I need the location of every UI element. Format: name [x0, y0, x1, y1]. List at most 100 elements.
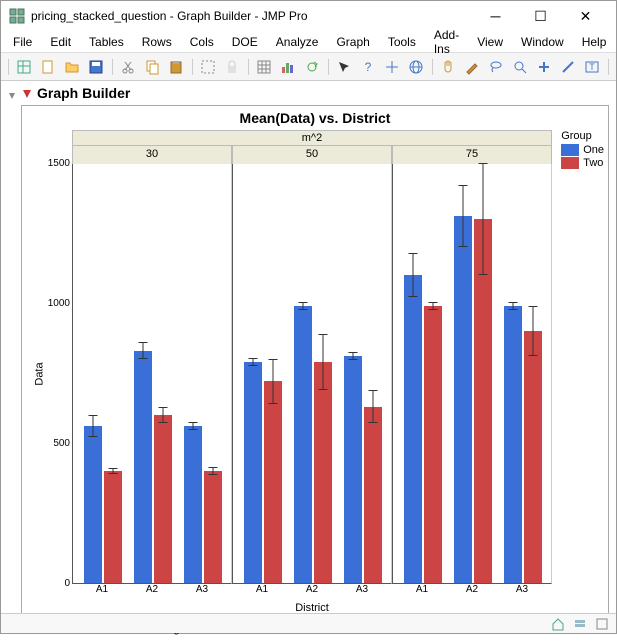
toolbar-chart-icon[interactable]	[277, 56, 299, 78]
toolbar-refresh-icon[interactable]	[301, 56, 323, 78]
panel-header: Graph Builder	[3, 83, 614, 103]
toolbar-grid-icon[interactable]	[253, 56, 275, 78]
menu-window[interactable]: Window	[513, 33, 572, 51]
bar[interactable]	[264, 381, 282, 583]
facet-labels-row: 305075	[72, 146, 552, 164]
bar[interactable]	[294, 306, 312, 583]
menu-cols[interactable]: Cols	[182, 33, 222, 51]
menu-addins[interactable]: Add-Ins	[426, 26, 467, 58]
toolbar-globe-icon[interactable]	[405, 56, 427, 78]
bar[interactable]	[134, 351, 152, 583]
x-tick-label: A2	[466, 584, 478, 595]
plot-facet[interactable]	[392, 164, 552, 584]
legend-swatch-one	[561, 144, 579, 156]
y-tick-label: 1000	[30, 298, 70, 309]
maximize-button[interactable]: ☐	[518, 1, 563, 31]
bar[interactable]	[424, 306, 442, 583]
facet-label: 50	[232, 146, 392, 164]
toolbar-copy-icon[interactable]	[141, 56, 163, 78]
titlebar: pricing_stacked_question - Graph Builder…	[1, 1, 616, 31]
x-axis-ticks: A1A2A3A1A2A3A1A2A3	[72, 584, 552, 600]
legend-item-one[interactable]: One	[561, 144, 604, 156]
menu-graph[interactable]: Graph	[328, 33, 377, 51]
toolbar-text-icon[interactable]: T	[581, 56, 603, 78]
minimize-button[interactable]: ─	[473, 1, 518, 31]
toolbar-hand-icon[interactable]	[437, 56, 459, 78]
plot-facet[interactable]	[232, 164, 392, 584]
menu-doe[interactable]: DOE	[224, 33, 266, 51]
toolbar-plus-icon[interactable]	[533, 56, 555, 78]
bar[interactable]	[244, 362, 262, 583]
toolbar-lock-icon[interactable]	[221, 56, 243, 78]
bar[interactable]	[314, 362, 332, 583]
menu-rows[interactable]: Rows	[134, 33, 180, 51]
error-bar	[533, 306, 534, 356]
bar[interactable]	[154, 415, 172, 583]
toolbar-lasso-icon[interactable]	[485, 56, 507, 78]
bar[interactable]	[454, 216, 472, 583]
toolbar-paste-icon[interactable]	[165, 56, 187, 78]
error-bar	[413, 253, 414, 298]
menubar: File Edit Tables Rows Cols DOE Analyze G…	[1, 31, 616, 53]
menu-tables[interactable]: Tables	[81, 33, 132, 51]
error-bar	[433, 302, 434, 310]
menu-view[interactable]: View	[469, 33, 511, 51]
error-bar	[373, 390, 374, 424]
bar[interactable]	[474, 219, 492, 583]
error-bar	[353, 352, 354, 360]
window-title: pricing_stacked_question - Graph Builder…	[31, 9, 467, 23]
bar[interactable]	[104, 471, 122, 583]
close-button[interactable]: ✕	[563, 1, 608, 31]
x-tick-label: A1	[96, 584, 108, 595]
hotspot-triangle-icon[interactable]	[21, 87, 33, 99]
home-icon[interactable]	[550, 616, 566, 632]
svg-text:T: T	[589, 62, 595, 72]
legend-item-two[interactable]: Two	[561, 157, 604, 169]
facet-label: 75	[392, 146, 552, 164]
menu-analyze[interactable]: Analyze	[268, 33, 327, 51]
stack-icon[interactable]	[572, 616, 588, 632]
toolbar-new-icon[interactable]	[37, 56, 59, 78]
bar[interactable]	[204, 471, 222, 583]
error-bar	[483, 163, 484, 275]
toolbar-select-icon[interactable]	[197, 56, 219, 78]
bar[interactable]	[364, 407, 382, 583]
expand-icon[interactable]	[594, 616, 610, 632]
disclosure-triangle-icon[interactable]	[7, 88, 17, 98]
menu-edit[interactable]: Edit	[42, 33, 79, 51]
toolbar-open-icon[interactable]	[61, 56, 83, 78]
y-axis-label: Data	[34, 362, 46, 385]
x-tick-label: A3	[516, 584, 528, 595]
plot-facet[interactable]	[72, 164, 232, 584]
toolbar-table-icon[interactable]	[13, 56, 35, 78]
bar[interactable]	[404, 275, 422, 583]
toolbar-brush-icon[interactable]	[461, 56, 483, 78]
toolbar-cut-icon[interactable]	[117, 56, 139, 78]
error-bar	[513, 302, 514, 310]
toolbar-arrow-icon[interactable]	[333, 56, 355, 78]
error-bar	[143, 342, 144, 359]
bar[interactable]	[504, 306, 522, 583]
toolbar-line-icon[interactable]	[557, 56, 579, 78]
bar[interactable]	[524, 331, 542, 583]
statusbar	[1, 613, 616, 633]
error-bar	[213, 467, 214, 475]
menu-tools[interactable]: Tools	[380, 33, 424, 51]
legend: Group One Two	[561, 130, 604, 170]
error-bar	[163, 407, 164, 424]
facet-label: 30	[72, 146, 232, 164]
toolbar-zoom-icon[interactable]	[509, 56, 531, 78]
error-bar	[323, 334, 324, 390]
toolbar-save-icon[interactable]	[85, 56, 107, 78]
menu-help[interactable]: Help	[574, 33, 615, 51]
bar[interactable]	[84, 426, 102, 583]
toolbar-crosshair-icon[interactable]	[381, 56, 403, 78]
toolbar-help-icon[interactable]: ?	[357, 56, 379, 78]
x-tick-label: A2	[306, 584, 318, 595]
menu-file[interactable]: File	[5, 33, 40, 51]
bar[interactable]	[344, 356, 362, 583]
error-bar	[93, 415, 94, 437]
bar[interactable]	[184, 426, 202, 583]
error-bar	[113, 468, 114, 474]
chart-area: Mean(Data) vs. District Group One Two m^…	[21, 105, 609, 617]
